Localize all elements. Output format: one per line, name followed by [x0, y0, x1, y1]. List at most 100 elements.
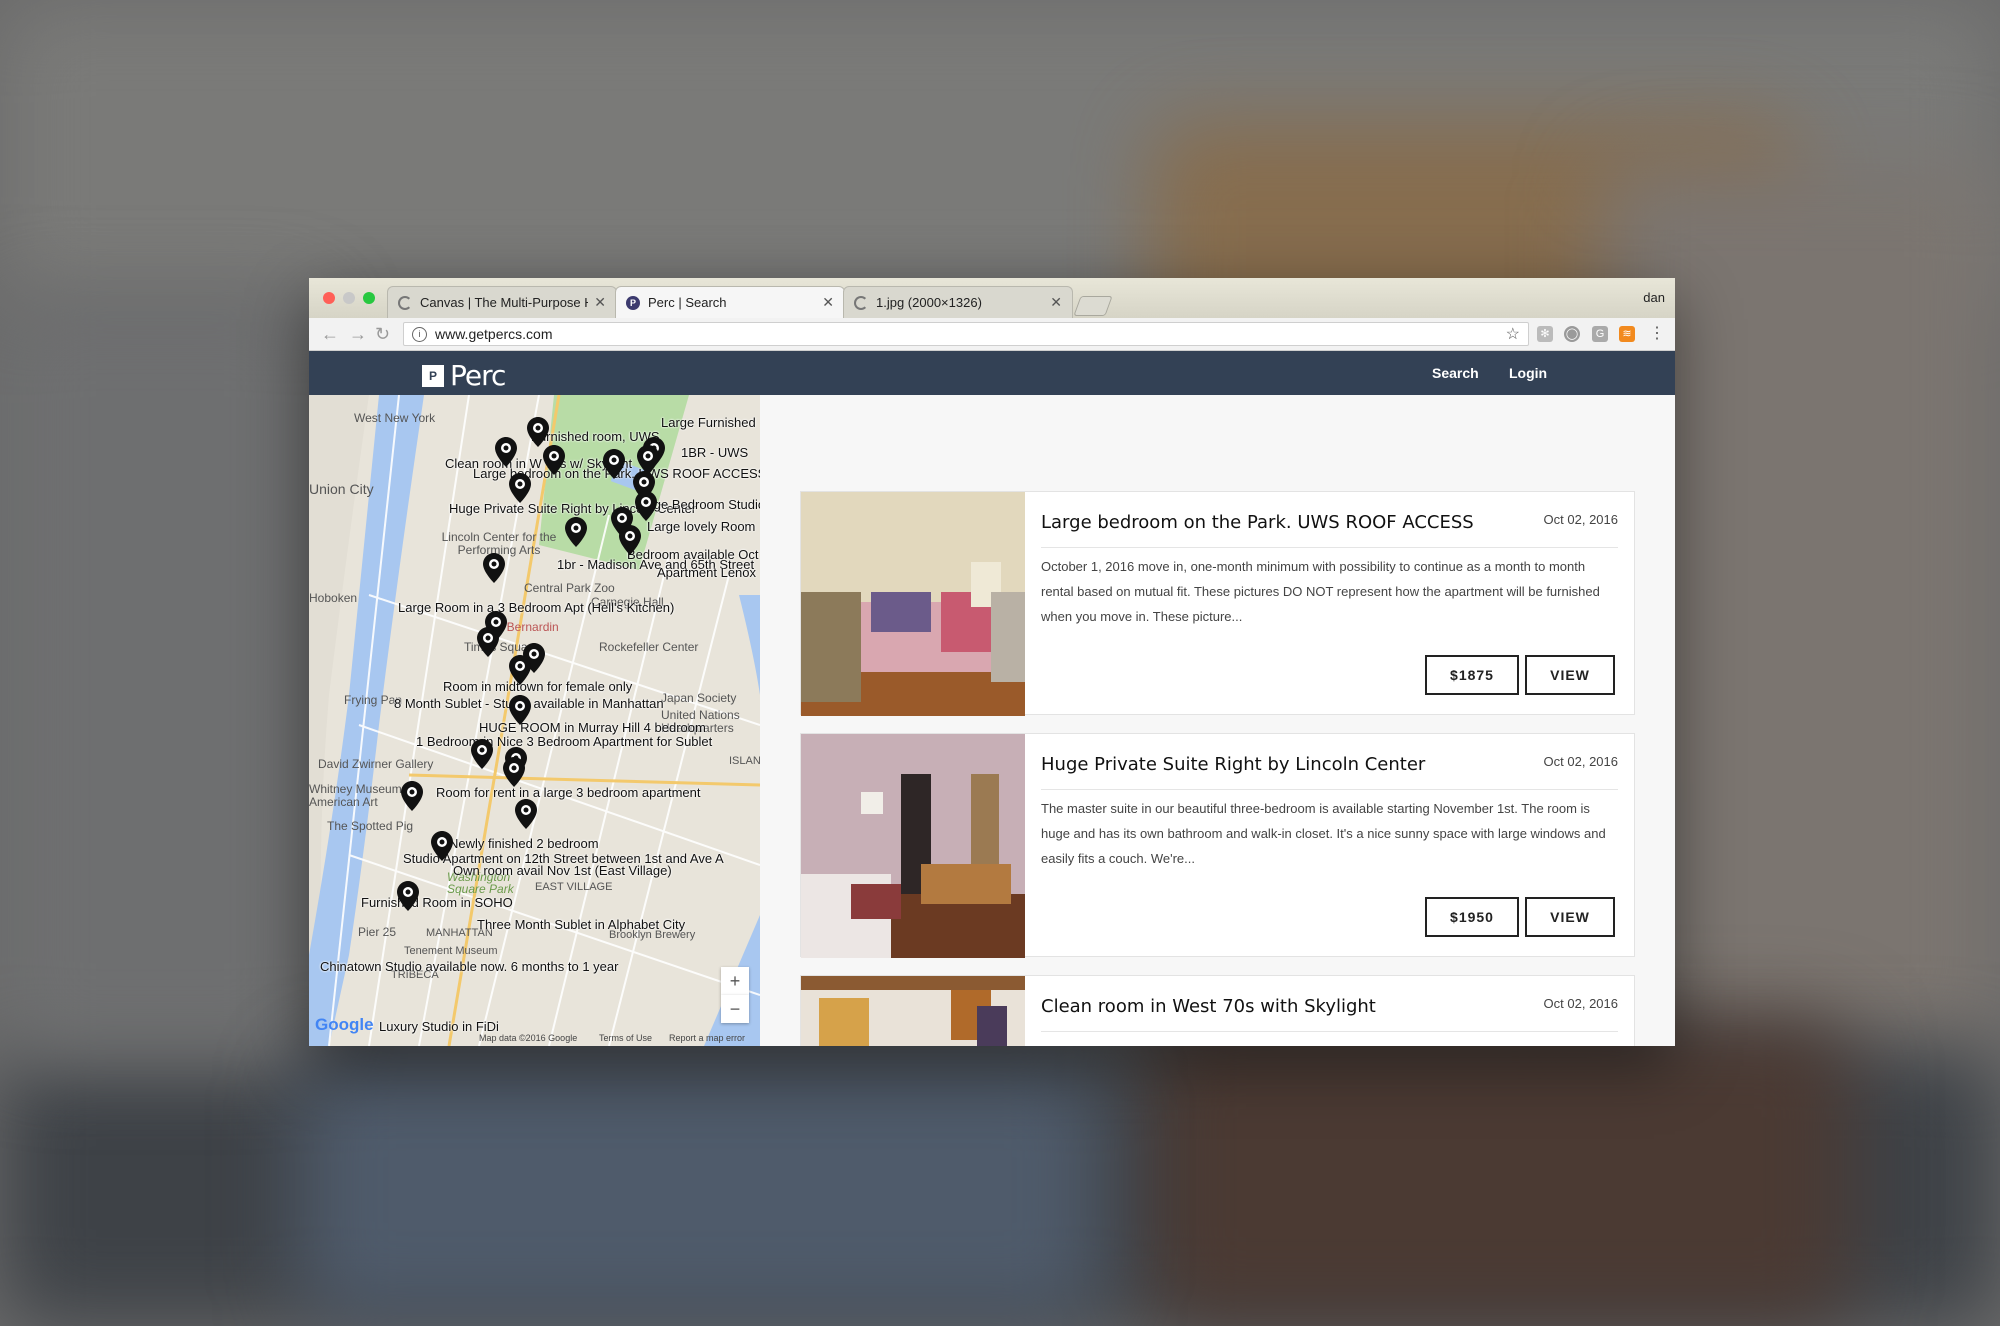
map-listing-label[interactable]: Large lovely Room: [647, 519, 755, 534]
map-listing-label[interactable]: Newly finished 2 bedroom: [449, 836, 599, 851]
listing-card[interactable]: Clean room in West 70s with Skylight Oct…: [800, 975, 1635, 1046]
map-place-label: Tenement Museum: [404, 945, 498, 957]
zoom-out-button[interactable]: −: [721, 995, 749, 1023]
listing-description: The master suite in our beautiful three-…: [1041, 801, 1606, 866]
map-listing-label[interactable]: Furnished Room in SOHO: [361, 895, 513, 910]
loading-icon: [854, 295, 868, 310]
map-place-label: Union City: [309, 481, 374, 497]
back-arrow-icon[interactable]: ←: [321, 324, 339, 345]
tab-canvas[interactable]: Canvas | The Multi-Purpose H ✕: [387, 286, 617, 318]
map-listing-label[interactable]: Furnished room, UWS: [531, 429, 660, 444]
listing-card[interactable]: Large bedroom on the Park. UWS ROOF ACCE…: [800, 491, 1635, 716]
map-place-label: EAST VILLAGE: [535, 881, 613, 893]
map-listing-label[interactable]: Room in midtown for female only: [443, 679, 632, 694]
map-pin-icon[interactable]: [495, 437, 517, 467]
map-pin-icon[interactable]: [619, 525, 641, 555]
tab-title: Perc | Search: [648, 295, 727, 310]
listing-card[interactable]: Huge Private Suite Right by Lincoln Cent…: [800, 733, 1635, 958]
map-listing-label[interactable]: 1 Bedroom in Nice 3 Bedroom Apartment fo…: [416, 734, 712, 749]
map-place-label: West New York: [354, 411, 436, 425]
map-pin-icon[interactable]: [603, 449, 625, 479]
map-listing-label[interactable]: Three Month Sublet in Alphabet City: [477, 917, 685, 932]
bookmark-star-icon[interactable]: ☆: [1506, 324, 1520, 344]
view-button[interactable]: VIEW: [1525, 897, 1615, 937]
map-pin-icon[interactable]: [483, 553, 505, 583]
map-place-label: Hoboken: [309, 591, 358, 605]
listing-date: Oct 02, 2016: [1543, 754, 1618, 769]
address-bar[interactable]: i www.getpercs.com ☆: [403, 322, 1529, 346]
map-listing-label[interactable]: Room for rent in a large 3 bedroom apart…: [436, 785, 700, 800]
menu-kebab-icon[interactable]: ⋮: [1649, 326, 1665, 342]
map-listing-label[interactable]: Apartment Lenox: [657, 565, 756, 580]
map-pin-icon[interactable]: [565, 517, 587, 547]
listing-photo[interactable]: [801, 492, 1025, 716]
map-pin-icon[interactable]: [471, 739, 493, 769]
map-report-link[interactable]: Report a map error: [669, 1033, 745, 1043]
nav-login-link[interactable]: Login: [1509, 365, 1547, 381]
grammarly-icon[interactable]: G: [1592, 326, 1608, 342]
map-pin-icon[interactable]: [509, 655, 531, 685]
map-listing-label[interactable]: Own room avail Nov 1st (East Village): [453, 863, 672, 878]
map-listing-label[interactable]: Large Furnished: [661, 415, 756, 430]
map-pin-icon[interactable]: [401, 781, 423, 811]
url-text[interactable]: www.getpercs.com: [435, 326, 1506, 342]
map-listing-label[interactable]: 1BR - UWS: [681, 445, 748, 460]
divider: [1041, 789, 1618, 790]
map-place-label: ISLAND: [729, 755, 760, 767]
map-pin-icon[interactable]: [477, 627, 499, 657]
listing-photo[interactable]: [801, 734, 1025, 958]
listing-title[interactable]: Clean room in West 70s with Skylight: [1041, 996, 1376, 1017]
zoom-in-button[interactable]: +: [721, 967, 749, 995]
map-pin-icon[interactable]: [397, 881, 419, 911]
browser-toolbar: ← → ↻ i www.getpercs.com ☆ ✻ ◯ G ≋ ⋮: [309, 318, 1675, 351]
map-place-label: Central Park Zoo: [524, 581, 615, 595]
close-tab-icon[interactable]: ✕: [1050, 294, 1062, 311]
map-terms-link[interactable]: Terms of Use: [599, 1033, 652, 1043]
listings-map[interactable]: West New York Union City Hoboken Lincoln…: [309, 395, 760, 1046]
listing-photo[interactable]: [801, 976, 1025, 1046]
map-pin-icon[interactable]: [543, 445, 565, 475]
profile-name[interactable]: dan: [1643, 290, 1665, 305]
map-listing-label[interactable]: Chinatown Studio available now. 6 months…: [320, 959, 618, 974]
close-tab-icon[interactable]: ✕: [594, 294, 606, 311]
maximize-window-button[interactable]: [363, 292, 375, 304]
site-info-icon[interactable]: i: [412, 326, 427, 342]
listing-date: Oct 02, 2016: [1543, 996, 1618, 1011]
map-pin-icon[interactable]: [509, 695, 531, 725]
divider: [1041, 1031, 1618, 1032]
map-place-label: Pier 25: [358, 925, 397, 939]
close-window-button[interactable]: [323, 292, 335, 304]
loading-icon: [398, 295, 412, 310]
map-pin-icon[interactable]: [635, 491, 657, 521]
perc-logo[interactable]: P Perc: [422, 359, 506, 392]
map-listing-label[interactable]: Luxury Studio in FiDi: [379, 1019, 499, 1034]
map-pin-icon[interactable]: [503, 757, 525, 787]
map-pin-icon[interactable]: [431, 831, 453, 861]
nav-search-link[interactable]: Search: [1432, 365, 1479, 381]
map-listing-label[interactable]: Bedroom available Oct: [627, 547, 759, 562]
listing-title[interactable]: Large bedroom on the Park. UWS ROOF ACCE…: [1041, 512, 1474, 533]
map-pin-icon[interactable]: [515, 799, 537, 829]
extension-icon[interactable]: ◯: [1564, 326, 1580, 342]
extension-icon[interactable]: ✻: [1537, 326, 1553, 342]
listing-description: October 1, 2016 move in, one-month minim…: [1041, 559, 1600, 624]
price-button[interactable]: $1875: [1425, 655, 1519, 695]
minimize-window-button[interactable]: [343, 292, 355, 304]
map-pin-icon[interactable]: [527, 417, 549, 447]
map-pin-icon[interactable]: [509, 473, 531, 503]
map-listing-label[interactable]: Large Room in a 3 Bedroom Apt (Hell's Ki…: [398, 600, 674, 615]
new-tab-button[interactable]: [1073, 296, 1113, 316]
tab-perc-search[interactable]: P Perc | Search ✕: [615, 286, 845, 318]
reload-icon[interactable]: ↻: [375, 324, 390, 345]
tab-image[interactable]: 1.jpg (2000×1326) ✕: [843, 286, 1073, 318]
site-header: P Perc Search Login: [309, 351, 1675, 395]
price-button[interactable]: $1950: [1425, 897, 1519, 937]
rss-icon[interactable]: ≋: [1619, 326, 1635, 342]
map-place-label: Japan Society: [661, 691, 737, 705]
forward-arrow-icon[interactable]: →: [349, 324, 367, 345]
listing-title[interactable]: Huge Private Suite Right by Lincoln Cent…: [1041, 754, 1425, 775]
tab-bar: Canvas | The Multi-Purpose H ✕ P Perc | …: [309, 278, 1675, 318]
close-tab-icon[interactable]: ✕: [822, 294, 834, 311]
map-place-label: Rockefeller Center: [599, 640, 699, 654]
view-button[interactable]: VIEW: [1525, 655, 1615, 695]
